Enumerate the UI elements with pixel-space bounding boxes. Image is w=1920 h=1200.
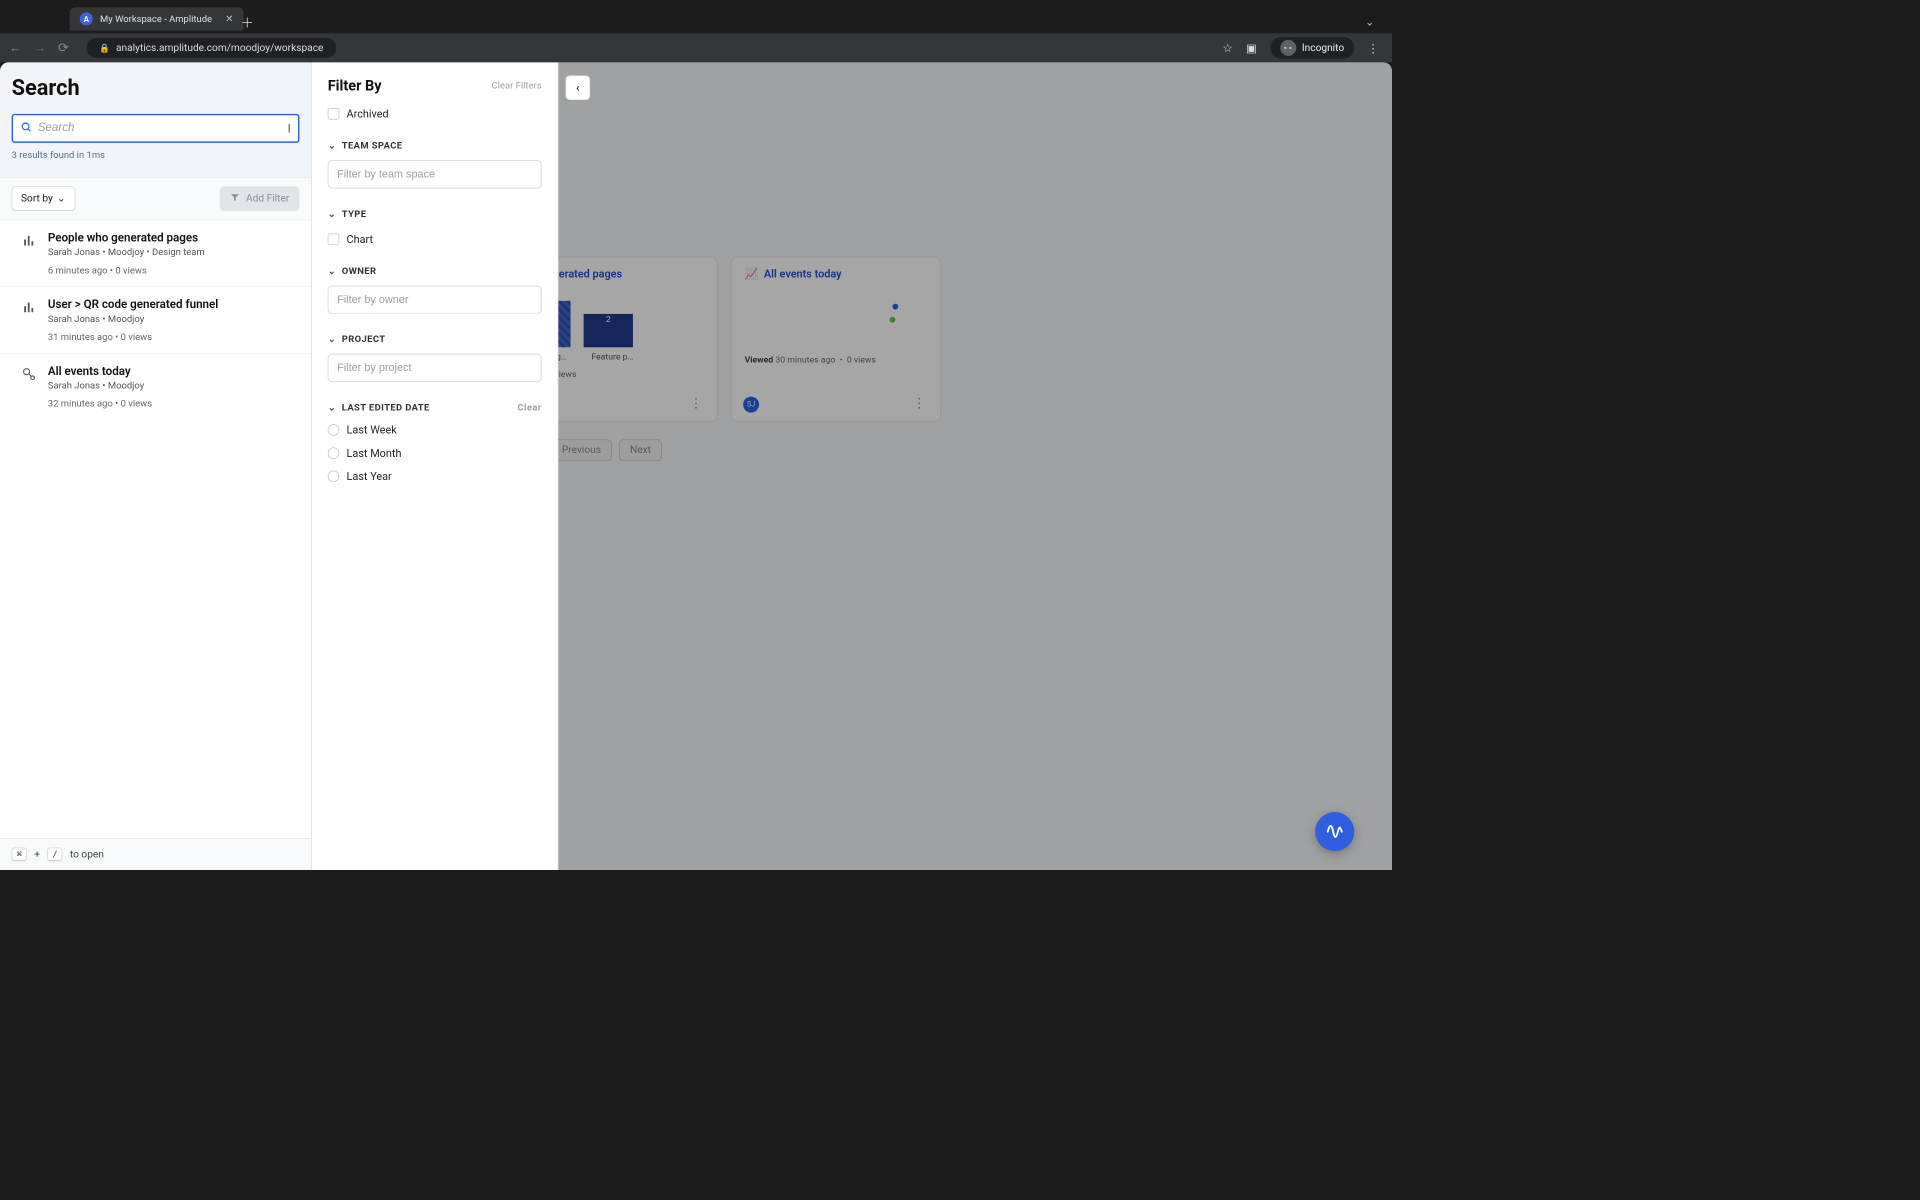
- amplitude-favicon-icon: A: [80, 12, 93, 25]
- search-toolbar: Sort by ⌄ Add Filter: [0, 177, 311, 221]
- filter-panel-title: Filter By: [328, 77, 382, 94]
- last-week-radio[interactable]: Last Week: [328, 423, 542, 436]
- last-year-radio[interactable]: Last Year: [328, 470, 542, 483]
- search-results-count: 3 results found in 1ms: [12, 150, 300, 161]
- funnel-icon: [20, 367, 37, 410]
- chevron-down-icon: ⌄: [328, 402, 336, 413]
- archived-label: Archived: [347, 107, 389, 120]
- radio-label: Last Week: [347, 423, 397, 436]
- project-label: PROJECT: [342, 334, 386, 345]
- chevron-down-icon: ⌄: [328, 209, 336, 220]
- project-section-header[interactable]: ⌄ PROJECT: [328, 334, 542, 345]
- filter-icon: [230, 192, 240, 205]
- search-panel-title: Search: [12, 75, 300, 100]
- add-filter-label: Add Filter: [246, 193, 289, 205]
- browser-url-text: analytics.amplitude.com/moodjoy/workspac…: [116, 42, 323, 54]
- new-tab-button[interactable]: ＋: [241, 13, 254, 32]
- checkbox-icon[interactable]: [328, 233, 340, 245]
- incognito-badge[interactable]: 👓 Incognito: [1270, 37, 1354, 59]
- result-subtitle: Sarah Jonas • Moodjoy: [48, 381, 152, 392]
- kbd-plus: +: [34, 849, 40, 861]
- chevron-left-icon: ‹: [576, 80, 580, 95]
- kbd-slash: /: [47, 848, 62, 862]
- search-results-list: People who generated pages Sarah Jonas •…: [0, 220, 311, 838]
- team-space-filter-input[interactable]: [328, 160, 542, 188]
- browser-toolbar: ← → ⟳ 🔒 analytics.amplitude.com/moodjoy/…: [0, 33, 1392, 62]
- text-cursor-icon: I: [288, 121, 291, 135]
- radio-label: Last Month: [347, 447, 402, 460]
- result-footer: 32 minutes ago • 0 views: [48, 399, 152, 410]
- clear-filters-link[interactable]: Clear Filters: [492, 80, 542, 91]
- search-shortcut-hint: ⌘ + / to open: [0, 838, 311, 870]
- amplitude-logo-icon: [1325, 821, 1344, 843]
- search-input[interactable]: [38, 122, 282, 135]
- kbd-mod: ⌘: [12, 848, 27, 862]
- result-subtitle: Sarah Jonas • Moodjoy • Design team: [48, 247, 205, 258]
- last-month-radio[interactable]: Last Month: [328, 447, 542, 460]
- chevron-down-icon: ⌄: [328, 266, 336, 277]
- search-result[interactable]: User > QR code generated funnel Sarah Jo…: [0, 286, 311, 353]
- search-result[interactable]: People who generated pages Sarah Jonas •…: [0, 220, 311, 286]
- radio-icon[interactable]: [328, 447, 340, 459]
- archived-checkbox-row[interactable]: Archived: [328, 107, 542, 120]
- last-edited-label: LAST EDITED DATE: [342, 402, 430, 413]
- help-fab-button[interactable]: [1315, 812, 1354, 851]
- team-space-label: TEAM SPACE: [342, 141, 403, 152]
- chevron-down-icon: ⌄: [57, 193, 66, 205]
- browser-reload-button[interactable]: ⟳: [58, 40, 69, 55]
- clear-section-link[interactable]: Clear: [517, 402, 541, 413]
- incognito-icon: 👓: [1280, 40, 1296, 56]
- add-filter-button[interactable]: Add Filter: [220, 186, 300, 211]
- result-footer: 31 minutes ago • 0 views: [48, 332, 218, 343]
- bookmark-star-icon[interactable]: ☆: [1223, 41, 1233, 55]
- search-result[interactable]: All events today Sarah Jonas • Moodjoy 3…: [0, 353, 311, 420]
- browser-forward-button: →: [33, 40, 46, 55]
- radio-icon[interactable]: [328, 471, 340, 483]
- last-edited-section-header[interactable]: ⌄ LAST EDITED DATE Clear: [328, 402, 542, 413]
- browser-tab-bar: A My Workspace - Amplitude ✕ ＋ ⌄: [0, 0, 1392, 33]
- checkbox-icon[interactable]: [328, 108, 340, 120]
- owner-label: OWNER: [342, 266, 377, 277]
- owner-filter-input[interactable]: [328, 286, 542, 314]
- browser-tab-title: My Workspace - Amplitude: [100, 13, 212, 24]
- collapse-panel-button[interactable]: ‹: [566, 75, 591, 100]
- bar-chart-icon: [20, 233, 37, 276]
- sort-by-button[interactable]: Sort by ⌄: [12, 186, 76, 211]
- project-filter-input[interactable]: [328, 354, 542, 382]
- radio-icon[interactable]: [328, 424, 340, 436]
- search-panel: Search I 3 results found in 1ms Sort by …: [0, 62, 312, 870]
- browser-back-button[interactable]: ←: [9, 40, 22, 55]
- sort-by-label: Sort by: [21, 193, 53, 205]
- browser-url-field[interactable]: 🔒 analytics.amplitude.com/moodjoy/worksp…: [86, 38, 336, 58]
- incognito-label: Incognito: [1302, 42, 1344, 54]
- search-icon: [20, 121, 32, 135]
- team-space-section-header[interactable]: ⌄ TEAM SPACE: [328, 141, 542, 152]
- bar-chart-icon: [20, 300, 37, 343]
- tabs-overflow-icon[interactable]: ⌄: [1365, 15, 1375, 29]
- lock-icon: 🔒: [99, 43, 110, 53]
- radio-label: Last Year: [347, 470, 392, 483]
- browser-tab[interactable]: A My Workspace - Amplitude ✕: [70, 7, 244, 30]
- search-input-wrapper[interactable]: I: [12, 114, 300, 143]
- filter-panel: Filter By Clear Filters Archived ⌄ TEAM …: [312, 62, 559, 870]
- browser-menu-icon[interactable]: ⋮: [1367, 41, 1379, 55]
- chevron-down-icon: ⌄: [328, 334, 336, 345]
- chevron-down-icon: ⌄: [328, 141, 336, 152]
- type-label: TYPE: [342, 209, 367, 220]
- result-title: User > QR code generated funnel: [48, 297, 218, 311]
- type-chart-checkbox-row[interactable]: Chart: [328, 233, 542, 246]
- type-option-label: Chart: [347, 233, 373, 246]
- extensions-icon[interactable]: ▣: [1246, 41, 1257, 55]
- result-subtitle: Sarah Jonas • Moodjoy: [48, 314, 218, 325]
- tab-close-icon[interactable]: ✕: [225, 13, 234, 25]
- result-footer: 6 minutes ago • 0 views: [48, 265, 205, 276]
- result-title: All events today: [48, 364, 152, 378]
- owner-section-header[interactable]: ⌄ OWNER: [328, 266, 542, 277]
- type-section-header[interactable]: ⌄ TYPE: [328, 209, 542, 220]
- result-title: People who generated pages: [48, 231, 205, 245]
- shortcut-label: to open: [70, 849, 104, 861]
